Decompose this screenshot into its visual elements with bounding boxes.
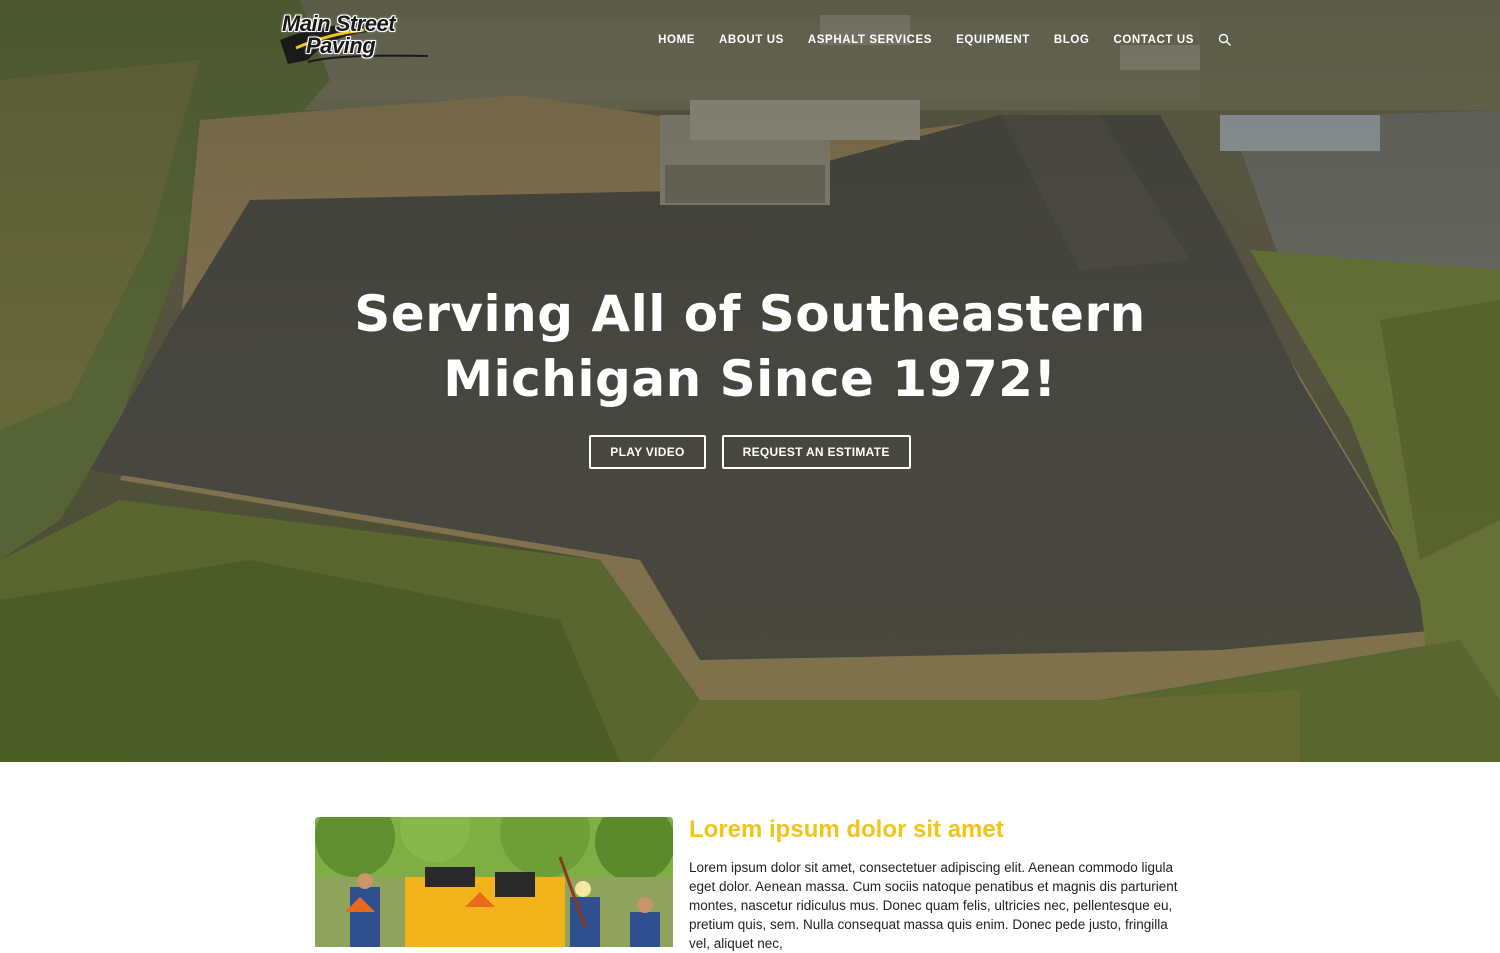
nav-about-us[interactable]: ABOUT US — [719, 34, 784, 46]
logo-line1: Main Street — [282, 11, 396, 36]
hero-button-group: PLAY VIDEO REQUEST AN ESTIMATE — [0, 435, 1500, 469]
site-logo[interactable]: Main Street Paving — [278, 10, 434, 66]
logo-wordmark: Main Street Paving — [278, 10, 434, 66]
logo-line2: Paving — [306, 33, 376, 58]
nav-blog[interactable]: BLOG — [1054, 34, 1090, 46]
intro-section: Lorem ipsum dolor sit amet Lorem ipsum d… — [0, 762, 1500, 951]
hero-title: Serving All of Southeastern Michigan Sin… — [354, 285, 1146, 408]
intro-heading: Lorem ipsum dolor sit amet — [689, 816, 1004, 843]
nav-contact-us[interactable]: CONTACT US — [1113, 34, 1194, 46]
nav-home[interactable]: HOME — [658, 34, 695, 46]
search-icon[interactable] — [1218, 33, 1232, 47]
paving-crew-photo — [315, 817, 673, 947]
intro-body: Lorem ipsum dolor sit amet, consectetuer… — [689, 860, 1178, 951]
hero-section: Main Street Paving HOME ABOUT US ASPHALT… — [0, 0, 1500, 762]
site-header: Main Street Paving HOME ABOUT US ASPHALT… — [0, 0, 1500, 78]
request-estimate-button[interactable]: REQUEST AN ESTIMATE — [721, 435, 911, 469]
nav-asphalt-services[interactable]: ASPHALT SERVICES — [808, 34, 932, 46]
main-nav: HOME ABOUT US ASPHALT SERVICES EQUIPMENT… — [658, 30, 1232, 50]
nav-equipment[interactable]: EQUIPMENT — [956, 34, 1030, 46]
play-video-button[interactable]: PLAY VIDEO — [589, 435, 706, 469]
